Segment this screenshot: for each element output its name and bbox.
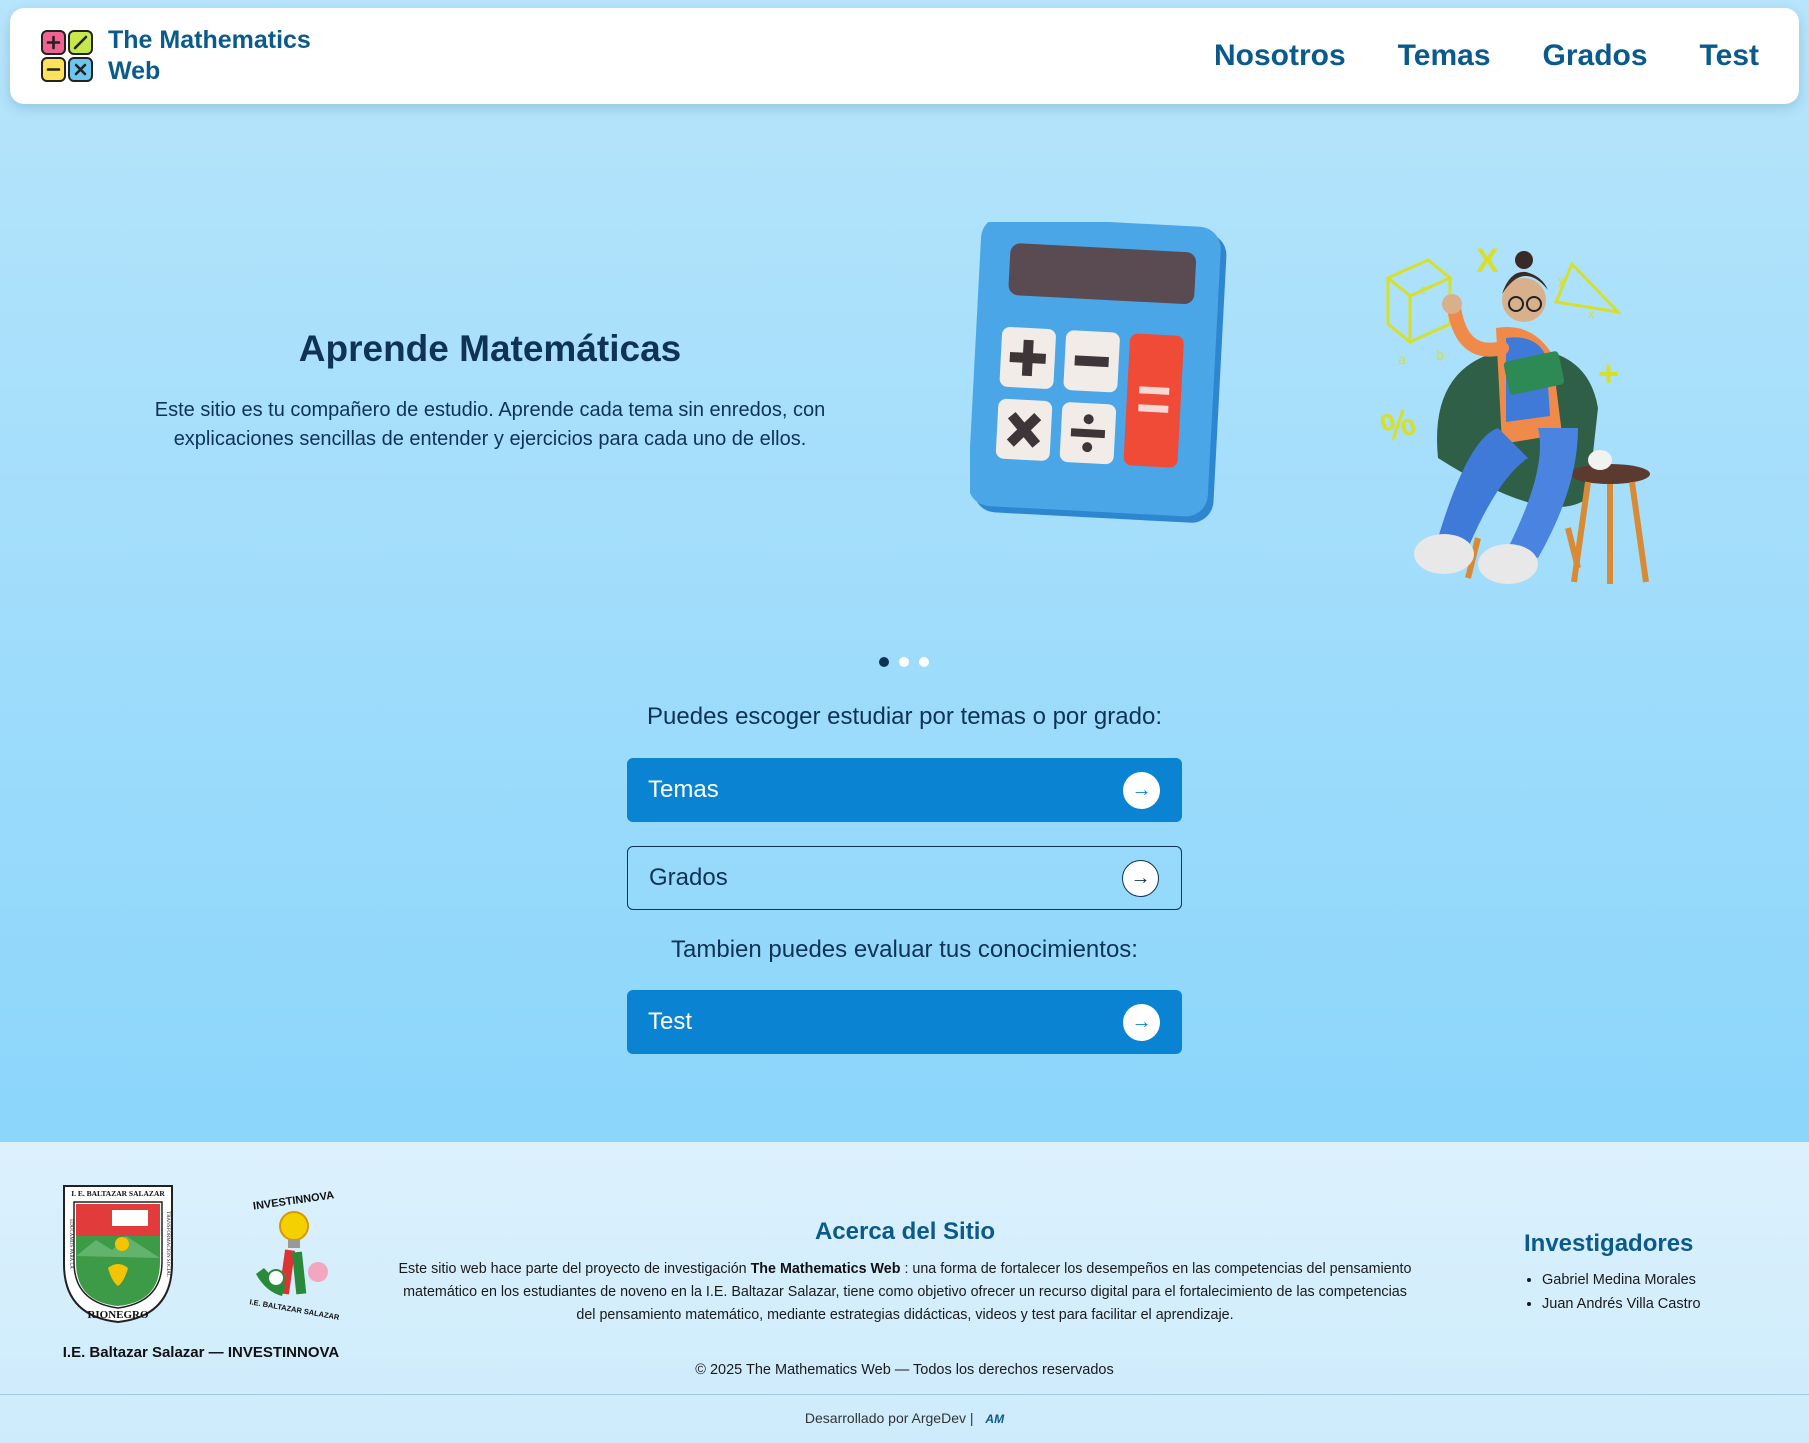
researchers-list: Gabriel Medina Morales Juan Andrés Villa… [1500,1268,1720,1316]
about-project-name: The Mathematics Web [750,1261,901,1277]
grados-button[interactable]: Grados → [627,846,1182,910]
label-b: b [1436,347,1444,363]
choice-prompt: Puedes escoger estudiar por temas o por … [647,703,1162,730]
test-button-label: Test [648,1008,693,1035]
grados-button-label: Grados [649,864,728,891]
investinnova-logo-bottom-text: I.E. BALTAZAR SALAZAR [249,1297,341,1322]
copyright: © 2025 The Mathematics Web — Todos los d… [695,1362,1114,1378]
arrow-right-icon: → [1123,771,1160,809]
temas-button[interactable]: Temas → [627,758,1182,822]
about-title: Acerca del Sitio [814,1218,996,1245]
about-text: Este sitio web hace parte del proyecto d… [395,1258,1415,1327]
researcher-item: Gabriel Medina Morales [1542,1268,1720,1292]
test-button[interactable]: Test → [627,990,1182,1054]
math-operations-icon [41,30,93,82]
arrow-right-icon: → [1123,1003,1160,1041]
evaluate-prompt: Tambien puedes evaluar tus conocimientos… [671,936,1138,963]
developer-credit: Desarrollado por ArgeDev | AM [0,1410,1809,1426]
developer-credit-text: Desarrollado por ArgeDev | [804,1410,974,1426]
carousel-dot-2[interactable] [899,657,909,667]
arrow-right-icon: → [1122,859,1159,897]
label-y: y [1558,273,1564,287]
carousel-indicators [879,657,929,667]
nav-temas[interactable]: Temas [1398,39,1491,73]
plus-symbol: + [1598,353,1619,394]
label-x: x [1588,307,1594,321]
carousel-dot-3[interactable] [919,657,929,667]
temas-button-label: Temas [648,776,719,803]
developer-logo-icon[interactable]: AM [985,1412,1004,1426]
footer-logos: I. E. BALTAZAR SALAZAR EDUCAMOS PARA LA … [56,1182,346,1361]
hero-subtitle: Este sitio es tu compañero de estudio. A… [154,399,826,450]
investinnova-logo-top-text: INVESTINNOVA [252,1189,335,1212]
percent-symbol: % [1377,401,1421,450]
hero-title: Aprende Matemáticas [298,328,682,369]
site-footer: I. E. BALTAZAR SALAZAR EDUCAMOS PARA LA … [0,1142,1809,1443]
hero-slide-text: Aprende Matemáticas Este sitio es tu com… [140,328,840,454]
about-text-intro: Este sitio web hace parte del proyecto d… [398,1261,751,1277]
researchers-section: Investigadores Gabriel Medina Morales Ju… [1500,1230,1720,1316]
brand[interactable]: The Mathematics Web [40,25,328,87]
about-section: Acerca del Sitio Este sitio web hace par… [395,1218,1415,1327]
school-logo-left-text: EDUCAMOS PARA LA [68,1219,73,1269]
school-logo-top-text: I. E. BALTAZAR SALAZAR [71,1189,165,1198]
student-reading-illustration: X % + a b c x y [1377,242,1650,584]
researcher-item: Juan Andrés Villa Castro [1542,1292,1720,1316]
x-symbol: X [1476,242,1499,280]
school-logo-bottom-text: RIONEGRO [87,1309,149,1321]
logos-caption: I.E. Baltazar Salazar — INVESTINNOVA [62,1344,340,1361]
researchers-title: Investigadores [1524,1230,1694,1257]
nav-grados[interactable]: Grados [1543,39,1648,73]
nav-nosotros[interactable]: Nosotros [1214,39,1346,73]
footer-divider [0,1394,1809,1395]
top-navbar: The Mathematics Web Nosotros Temas Grado… [10,8,1799,104]
brand-title: The Mathematics Web [108,26,311,85]
main-nav: Nosotros Temas Grados Test [1214,39,1759,73]
carousel-dot-1[interactable] [879,657,889,667]
nav-test[interactable]: Test [1700,39,1759,73]
school-logo-right-text: TRANSFORMACIÓN SOCIAL [165,1211,171,1277]
school-shield-logo: I. E. BALTAZAR SALAZAR EDUCAMOS PARA LA … [63,1185,173,1324]
investinnova-logo: INVESTINNOVA I.E. BALTAZAR SALAZAR [249,1189,341,1322]
label-c: c [1420,281,1427,297]
label-a: a [1398,351,1406,367]
calculator-illustration [970,222,1227,523]
